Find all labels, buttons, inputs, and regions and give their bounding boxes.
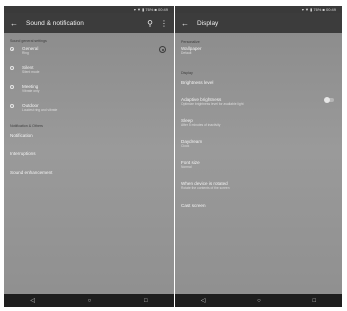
profile-subtitle: Silent mode (22, 70, 40, 75)
radio-selected-icon[interactable] (10, 47, 14, 51)
status-bar-text: ▾ ▼ ▮ 76% ■ 00:49 (133, 7, 168, 12)
item-subtitle: Clock (181, 144, 190, 149)
wallpaper-item[interactable]: Wallpaper Default (181, 46, 338, 55)
profile-subtitle: Vibrate only (22, 89, 40, 94)
status-bar-text: ▾ ▼ ▮ 76% ■ 00:49 (301, 7, 336, 12)
item-subtitle: Normal (181, 165, 192, 170)
section-header-display: Display (181, 71, 193, 75)
brightness-level-item[interactable]: Brightness level (181, 80, 338, 85)
app-bar: ← Display (175, 13, 342, 33)
item-subtitle: Rotate the contents of the screen (181, 186, 230, 191)
nav-back-icon[interactable]: ◁ (201, 297, 206, 304)
back-arrow-icon[interactable]: ← (179, 16, 191, 30)
settings-list: Personalize Wallpaper Default Display Br… (175, 33, 342, 294)
sound-notification-screen: ▾ ▼ ▮ 76% ■ 00:49 ← Sound & notification… (4, 6, 174, 307)
search-icon[interactable]: ⚲ (144, 16, 156, 30)
nav-recents-icon[interactable]: □ (144, 298, 148, 304)
sleep-item[interactable]: Sleep After 5 minutes of inactivity (181, 118, 338, 127)
daydream-item[interactable]: Daydream Clock (181, 139, 338, 148)
item-subtitle: After 5 minutes of inactivity (181, 123, 221, 128)
status-bar: ▾ ▼ ▮ 76% ■ 00:49 (175, 6, 342, 13)
profile-subtitle: Loudest ring and vibrate (22, 108, 58, 113)
app-bar: ← Sound & notification ⚲ ⋮ (4, 13, 174, 33)
profile-subtitle: Ring (22, 51, 29, 56)
display-screen: ▾ ▼ ▮ 76% ■ 00:49 ← Display Personalize … (175, 6, 342, 307)
menu-item-sound-enhancement[interactable]: Sound enhancement (10, 170, 170, 175)
status-bar: ▾ ▼ ▮ 76% ■ 00:49 (4, 6, 174, 13)
profile-item-outdoor[interactable]: Outdoor Loudest ring and vibrate (10, 103, 170, 112)
section-header-sound: Sound general settings (10, 39, 47, 43)
rotation-item[interactable]: When device is rotated Rotate the conten… (181, 181, 338, 190)
font-size-item[interactable]: Font size Normal (181, 160, 338, 169)
radio-icon[interactable] (10, 85, 14, 89)
gear-icon[interactable] (159, 46, 166, 53)
nav-home-icon[interactable]: ○ (88, 298, 92, 304)
menu-item-interruptions[interactable]: Interruptions (10, 151, 170, 156)
settings-list: Sound general settings General Ring Sile… (4, 33, 174, 294)
more-options-icon[interactable]: ⋮ (158, 16, 170, 30)
cast-screen-item[interactable]: Cast screen (181, 203, 338, 208)
profile-item-silent[interactable]: Silent Silent mode (10, 65, 170, 74)
profile-item-meeting[interactable]: Meeting Vibrate only (10, 84, 170, 93)
radio-icon[interactable] (10, 104, 14, 108)
radio-icon[interactable] (10, 66, 14, 70)
adaptive-brightness-item[interactable]: Adaptive brightness Optimize brightness … (181, 97, 338, 106)
section-header-personalize: Personalize (181, 40, 200, 44)
menu-item-notification[interactable]: Notification (10, 133, 170, 138)
navigation-bar: ◁ ○ □ (4, 294, 174, 307)
item-subtitle: Default (181, 51, 192, 56)
adaptive-brightness-toggle[interactable] (324, 97, 334, 103)
navigation-bar: ◁ ○ □ (175, 294, 342, 307)
nav-back-icon[interactable]: ◁ (30, 297, 35, 304)
profile-item-general[interactable]: General Ring (10, 46, 170, 55)
back-arrow-icon[interactable]: ← (8, 16, 20, 30)
nav-recents-icon[interactable]: □ (313, 298, 317, 304)
section-header-notification: Notification & Others (10, 124, 43, 128)
page-title: Display (197, 19, 219, 27)
item-subtitle: Optimize brightness level for available … (181, 102, 244, 107)
page-title: Sound & notification (26, 19, 84, 27)
nav-home-icon[interactable]: ○ (257, 298, 261, 304)
